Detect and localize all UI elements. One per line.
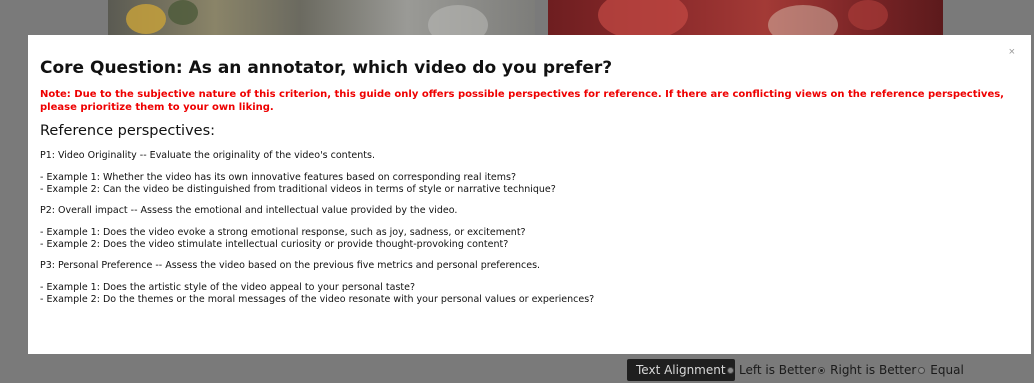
perspective-heading: P3: Personal Preference -- Assess the vi…	[40, 260, 541, 271]
radio-left-better[interactable]: Left is Better	[727, 363, 816, 377]
example-line: - Example 2: Can the video be distinguis…	[40, 184, 556, 195]
perspective-heading: P2: Overall impact -- Assess the emotion…	[40, 205, 458, 216]
note-text: Note: Due to the subjective nature of th…	[40, 89, 1004, 113]
example-line: - Example 1: Whether the video has its o…	[40, 172, 517, 183]
example-line: - Example 2: Does the video stimulate in…	[40, 239, 509, 250]
radio-button-icon[interactable]	[918, 366, 926, 374]
preference-bar: Text Alignment Left is Better Right is B…	[0, 356, 1034, 383]
preference-radio-group: Left is Better Right is Better Equal	[727, 359, 966, 381]
radio-label: Right is Better	[830, 363, 917, 377]
close-icon[interactable]: ×	[1009, 47, 1015, 58]
perspective-p1: P1: Video Originality -- Evaluate the or…	[40, 150, 1019, 196]
reference-heading: Reference perspectives:	[40, 123, 216, 139]
perspective-heading: P1: Video Originality -- Evaluate the or…	[40, 150, 375, 161]
perspective-p3: P3: Personal Preference -- Assess the vi…	[40, 260, 1019, 306]
example-line: - Example 1: Does the artistic style of …	[40, 282, 415, 293]
example-line: - Example 1: Does the video evoke a stro…	[40, 227, 526, 238]
radio-label: Left is Better	[739, 363, 817, 377]
guideline-modal: × Core Question: As an annotator, which …	[28, 35, 1031, 354]
radio-button-checked-icon[interactable]	[818, 366, 826, 374]
radio-button-icon[interactable]	[727, 366, 734, 374]
radio-right-better[interactable]: Right is Better	[818, 363, 916, 377]
text-alignment-button[interactable]: Text Alignment	[627, 359, 735, 381]
right-video-thumbnail	[548, 0, 943, 40]
radio-equal[interactable]: Equal	[918, 363, 964, 377]
radio-label: Equal	[930, 363, 964, 377]
left-video-thumbnail	[108, 0, 535, 40]
example-line: - Example 2: Do the themes or the moral …	[40, 294, 595, 305]
perspective-p2: P2: Overall impact -- Assess the emotion…	[40, 205, 1019, 251]
modal-title: Core Question: As an annotator, which vi…	[40, 58, 613, 78]
